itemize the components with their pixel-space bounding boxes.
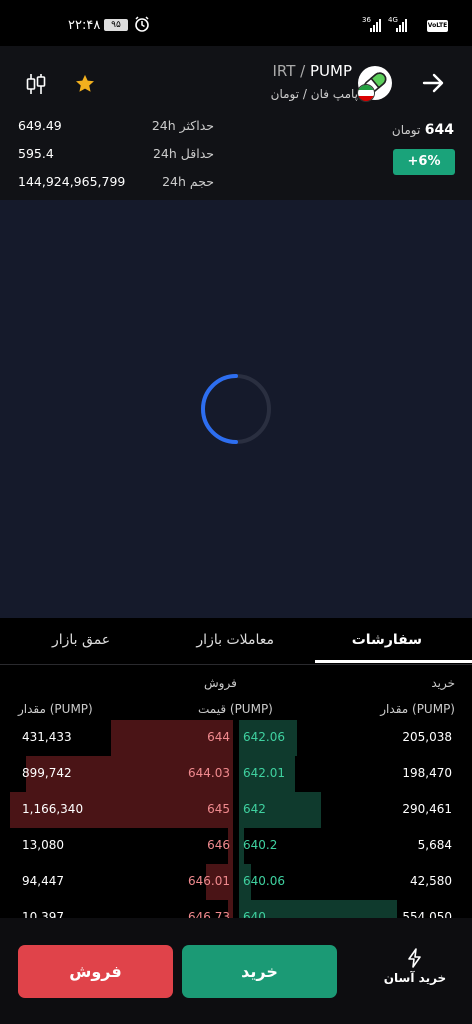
volume-24h-label: حجم 24h (162, 174, 214, 189)
high-24h-value: 649.49 (18, 118, 62, 133)
favorite-star-icon[interactable] (74, 73, 96, 99)
buy-button[interactable]: خرید (182, 945, 337, 998)
buy-amount: 554,050 (402, 910, 452, 918)
buy-amount-header: مقدار (PUMP) (380, 702, 455, 716)
order-book-row[interactable]: 10,397 646.73 640 554,050 (0, 900, 472, 918)
status-time: ۲۲:۴۸ (68, 18, 101, 33)
sell-amount: 899,742 (22, 766, 72, 780)
order-book-row[interactable]: 431,433 644 642.06 205,038 (0, 720, 472, 756)
base-currency: PUMP (309, 62, 352, 80)
order-book-row[interactable]: 13,080 646 640.2 5,684 (0, 828, 472, 864)
sell-amount: 1,166,340 (22, 802, 84, 816)
tab-market-depth[interactable]: عمق بازار (52, 632, 110, 648)
last-price-value: 644 (424, 122, 454, 138)
sell-button[interactable]: فروش (18, 945, 173, 998)
price-header: قیمت (PUMP) (198, 702, 273, 716)
active-tab-indicator (315, 660, 472, 663)
buy-column-title: خرید (431, 676, 455, 690)
order-book-row[interactable]: 899,742 644.03 642.01 198,470 (0, 756, 472, 792)
volume-24h-value: 144,924,965,799 (18, 174, 126, 189)
quote-currency: IRT (272, 62, 296, 80)
price-change-badge: +6% (393, 149, 455, 175)
candlestick-chart-icon[interactable] (25, 72, 47, 100)
sell-amount: 94,447 (22, 874, 64, 888)
buy-amount: 42,580 (410, 874, 452, 888)
back-arrow-icon[interactable] (418, 68, 448, 102)
sell-column-title: فروش (204, 676, 237, 690)
battery-indicator: ۹۵ (104, 19, 128, 31)
buy-amount: 5,684 (417, 838, 452, 852)
tab-orders[interactable]: سفارشات (352, 632, 422, 648)
last-price-unit: تومان (391, 123, 421, 137)
sell-price: 646 (207, 838, 230, 852)
sell-price: 645 (207, 802, 230, 816)
easy-buy-label: خرید آسان (383, 971, 447, 985)
iran-flag-icon (357, 84, 375, 102)
easy-buy-button[interactable]: خرید آسان (380, 948, 450, 985)
buy-price: 640 (243, 910, 266, 918)
buy-price: 642.06 (243, 730, 285, 744)
low-24h-label: حداقل 24h (152, 146, 214, 161)
high-24h-label: حداکثر 24h (151, 118, 214, 133)
low-24h-value: 595.4 (18, 146, 54, 161)
sell-amount: 10,397 (22, 910, 64, 918)
buy-amount: 205,038 (402, 730, 452, 744)
market-symbol: IRT / PUMP (272, 62, 352, 80)
sell-amount: 431,433 (22, 730, 72, 744)
signal-icon: 36 4G (362, 14, 422, 38)
sell-price: 644 (207, 730, 230, 744)
buy-amount: 198,470 (402, 766, 452, 780)
svg-text:36: 36 (362, 16, 371, 24)
status-bar: ۲۲:۴۸ ۹۵ 36 4G VoLTE (0, 0, 472, 46)
order-book-row[interactable]: 94,447 646.01 640.06 42,580 (0, 864, 472, 900)
sell-price: 644.03 (188, 766, 230, 780)
lightning-icon (380, 948, 450, 971)
sell-amount: 13,080 (22, 838, 64, 852)
alarm-icon (134, 16, 150, 36)
sell-price: 646.73 (188, 910, 230, 918)
buy-price: 642.01 (243, 766, 285, 780)
sell-amount-header: مقدار (PUMP) (18, 702, 93, 716)
volte-icon: VoLTE (427, 20, 448, 32)
loading-spinner-icon (200, 373, 272, 445)
last-price: 644 تومان (392, 122, 454, 138)
sell-price: 646.01 (188, 874, 230, 888)
tab-market-trades[interactable]: معاملات بازار (196, 632, 274, 648)
buy-price: 642 (243, 802, 266, 816)
buy-price: 640.06 (243, 874, 285, 888)
order-book: 431,433 644 642.06 205,038 899,742 644.03 642.… (0, 720, 472, 918)
buy-amount: 290,461 (402, 802, 452, 816)
market-name: پامپ فان / تومان (270, 87, 358, 101)
order-book-row[interactable]: 1,166,340 645 642 290,461 (0, 792, 472, 828)
buy-price: 640.2 (243, 838, 278, 852)
svg-text:4G: 4G (388, 16, 398, 24)
